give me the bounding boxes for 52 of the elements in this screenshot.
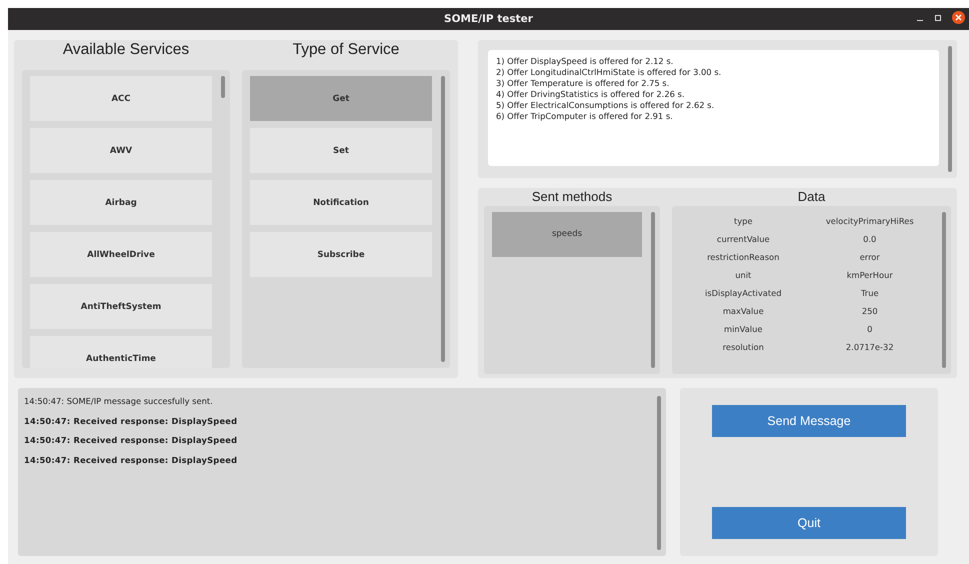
scrollbar-thumb[interactable] (942, 212, 946, 368)
data-value: kmPerHour (846, 270, 894, 280)
panel-heading: Data (796, 188, 826, 206)
service-item[interactable]: AuthenticTime (30, 336, 212, 368)
data-value: 0 (866, 324, 874, 334)
data-value: 250 (860, 306, 879, 316)
scrollbar-thumb[interactable] (441, 76, 445, 362)
service-item[interactable]: AllWheelDrive (30, 232, 212, 277)
data-value: 0.0 (862, 234, 878, 244)
service-type-item[interactable]: Get (250, 76, 432, 121)
offer-line: 1) Offer DisplaySpeed is offered for 2.12 s. (496, 56, 674, 67)
log-line: 14:50:47: SOME/IP message succesfully sent. (24, 396, 214, 408)
data-key: currentValue (680, 234, 806, 244)
offer-line: 5) Offer ElectricalConsumptions is offered for 2.62 s. (496, 100, 716, 111)
data-value: error (858, 252, 881, 262)
offer-line: 2) Offer LongitudinalCtrlHmiState is offered for 3.00 s. (496, 67, 722, 78)
data-value: velocityPrimaryHiRes (824, 216, 915, 226)
offer-line: 6) Offer TripComputer is offered for 2.91 s. (496, 111, 674, 122)
offer-line: 4) Offer DrivingStatistics is offered for 2.26 s. (496, 89, 686, 100)
scrollbar-thumb[interactable] (221, 76, 225, 98)
service-item[interactable]: AWV (30, 128, 212, 173)
service-type-item[interactable]: Subscribe (250, 232, 432, 277)
scrollbar-thumb[interactable] (657, 396, 661, 550)
log-line: 14:50:47: Received response: DisplaySpeed (24, 416, 238, 427)
service-item[interactable]: Airbag (30, 180, 212, 225)
data-value: True (860, 288, 880, 298)
panel-heading: Available Services (62, 40, 190, 60)
close-icon[interactable] (952, 11, 965, 24)
offer-line: 3) Offer Temperature is offered for 2.75 s. (496, 78, 670, 89)
data-key: unit (680, 270, 806, 280)
quit-button[interactable]: Quit (712, 507, 906, 539)
maximize-icon[interactable] (934, 14, 942, 22)
method-item[interactable]: speeds (492, 212, 642, 257)
data-key: type (680, 216, 806, 226)
log-line: 14:50:47: Received response: DisplaySpeed (24, 435, 238, 446)
window-title: SOME/IP tester (444, 13, 533, 25)
service-type-item[interactable]: Set (250, 128, 432, 173)
data-key: restrictionReason (680, 252, 806, 262)
data-key: maxValue (680, 306, 806, 316)
service-item[interactable]: ACC (30, 76, 212, 121)
data-value: 2.0717e-32 (844, 342, 895, 352)
service-type-item[interactable]: Notification (250, 180, 432, 225)
log-line: 14:50:47: Received response: DisplaySpeed (24, 454, 238, 466)
scrollbar-thumb[interactable] (948, 46, 952, 172)
panel-heading: Sent methods (530, 188, 614, 206)
service-item[interactable]: AntiTheftSystem (30, 284, 212, 329)
send-message-button[interactable]: Send Message (712, 405, 906, 437)
data-key: minValue (680, 324, 806, 334)
data-key: resolution (680, 342, 806, 352)
panel-heading: Type of Service (292, 40, 400, 60)
scrollbar-thumb[interactable] (651, 212, 655, 368)
data-key: isDisplayActivated (680, 288, 806, 298)
